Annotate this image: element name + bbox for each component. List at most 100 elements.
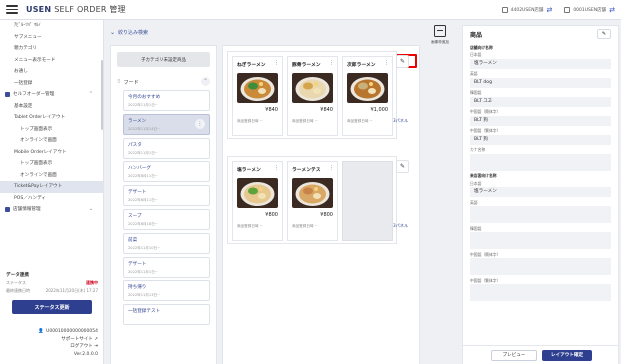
sidebar-item[interactable]: お通し: [0, 66, 103, 78]
more-options-icon[interactable]: ⋮: [384, 60, 389, 66]
sidebar-item-label: オンラインで画面: [20, 138, 57, 143]
chevron-down-icon: ⌄: [88, 206, 93, 212]
category-item[interactable]: デザート 2022年8月11日~: [123, 185, 210, 207]
store-switcher[interactable]: 4402USEN店舗 ⇄: [501, 6, 552, 14]
sidebar-scrollbar[interactable]: [101, 60, 103, 130]
more-options-icon[interactable]: ⋮: [274, 60, 279, 66]
category-list: 今月のおすすめ 2022年11月1日~ ラーメン 2022年11月14日~ ⋮ パスタ 20…: [123, 90, 210, 326]
product-panel: 非表示商品 ねぎラーメン⋮¥840商品登録日時 ~豚骨ラーメン⋮¥840商品登録…: [222, 45, 420, 364]
chevron-up-icon[interactable]: ⌃: [201, 77, 210, 86]
product-card[interactable]: ラーメンテス ⋮ ¥800 商品登録日時 ~: [287, 161, 338, 241]
drag-handle-icon[interactable]: ⠿: [117, 79, 121, 85]
category-item[interactable]: デザート 2022年11月1日~: [123, 256, 210, 278]
edit-icon[interactable]: ✎: [597, 29, 611, 39]
user-icon: 👤: [38, 329, 45, 334]
filter-toggle[interactable]: ⌄ 絞り込み検索: [110, 25, 410, 39]
preview-button[interactable]: プレビュー: [491, 349, 537, 361]
uncategorized-button[interactable]: 子カテゴリ未設定商品: [117, 52, 210, 67]
confirm-layout-button[interactable]: レイアウト確定: [542, 349, 592, 361]
field-value: [470, 206, 611, 223]
sidebar-nav: ｱﾋﾟﾙｰﾂﾊﾟ ﾏﾙﾉ サブメニュー親カテゴリメニュー表示モードお通し 一括登録セ…: [0, 20, 103, 216]
category-name: スープ: [128, 213, 142, 219]
support-link[interactable]: サポートサイト ↗: [6, 336, 98, 344]
category-date: 2022年11月1日~: [128, 150, 158, 155]
store-name: 4402USEN店舗: [510, 8, 544, 13]
account-icon: [564, 7, 571, 13]
sidebar-item[interactable]: オンラインで画面: [0, 135, 103, 147]
sidebar-item-label: 基本設定: [14, 103, 33, 109]
field-label: 中国語（繁体字）: [470, 277, 501, 283]
status-label: ステータス: [6, 280, 26, 285]
category-item[interactable]: 前菜 2022年11月10日~: [123, 232, 210, 254]
sidebar-item[interactable]: トップ画面表示: [0, 124, 103, 136]
sidebar-item-label: POS／ハンディ: [14, 195, 46, 201]
category-item[interactable]: ハンバーグ 2022年8月11日~: [123, 161, 210, 183]
category-date: 2022年8月11日~: [128, 174, 158, 179]
product-name: 豚骨ラーメン: [292, 63, 321, 68]
add-image-frame-label: 画像枠追加: [431, 40, 449, 44]
category-item[interactable]: パスタ 2022年11月1日~: [123, 137, 210, 159]
sidebar-item[interactable]: Ticket&Payレイアウト: [0, 181, 103, 193]
product-meta: 商品登録日時 ~: [347, 119, 373, 123]
sidebar-item[interactable]: 一括登録: [0, 78, 103, 90]
product-meta: 商品登録日時 ~: [237, 119, 263, 123]
sidebar-item[interactable]: Tablet Orderレイアウト: [0, 112, 103, 124]
product-name: ラーメンテス: [292, 168, 321, 173]
status-update-button[interactable]: ステータス更新: [12, 300, 92, 314]
add-image-frame-button[interactable]: 画像枠追加: [423, 25, 457, 57]
sidebar-item[interactable]: 基本設定: [0, 101, 103, 113]
sidebar-item[interactable]: セルフオーダー管理 ⌃: [0, 89, 103, 101]
account-switcher[interactable]: 0001USEN店舗 ⇄: [564, 6, 615, 14]
sidebar-item[interactable]: トップ画面表示: [0, 158, 103, 170]
more-options-icon[interactable]: ⋮: [329, 165, 334, 171]
sidebar-item[interactable]: メニュー表示モード: [0, 55, 103, 67]
more-options-icon[interactable]: ⋮: [274, 165, 279, 171]
sidebar-item-label: サブメニュー: [14, 34, 42, 40]
chevron-down-icon: ⌄: [110, 28, 116, 36]
sidebar-item-label: メニュー表示モード: [14, 57, 56, 63]
updated-value: 2022年11月20日(木) 17:27: [45, 288, 98, 293]
sidebar-item[interactable]: 親カテゴリ: [0, 43, 103, 55]
sidebar-item-label: Tablet Orderレイアウト: [14, 115, 66, 120]
product-card[interactable]: 豚骨ラーメン ⋮ ¥840 商品登録日時 ~: [287, 56, 338, 136]
product-price: ¥840: [265, 107, 278, 113]
more-options-icon[interactable]: ⋮: [195, 118, 205, 129]
product-card[interactable]: 次郎ラーメン ⋮ ¥1,000 商品登録日時 ~: [342, 56, 393, 136]
product-meta: 商品登録日時 ~: [237, 224, 263, 228]
product-card[interactable]: 塩ラーメン ⋮ ¥800 商品登録日時 ~: [232, 161, 283, 241]
category-name: 今月のおすすめ: [128, 95, 161, 100]
sidebar-item[interactable]: ｱﾋﾟﾙｰﾂﾊﾟ ﾏﾙﾉ: [0, 20, 103, 32]
sidebar-item[interactable]: サブメニュー: [0, 32, 103, 44]
category-item[interactable]: 持ち帰り 2022年11月13日~: [123, 280, 210, 302]
sidebar-item[interactable]: Mobile Orderレイアウト: [0, 147, 103, 159]
edit-icon[interactable]: ✎: [396, 55, 409, 68]
category-date: 2022年8月18日~: [128, 221, 158, 226]
menu-icon[interactable]: [6, 4, 18, 16]
status-value: 連携中: [86, 280, 98, 285]
product-price: ¥840: [320, 107, 333, 113]
category-item[interactable]: 今月のおすすめ 2022年11月1日~: [123, 90, 210, 111]
field-label: 店舗向け名称: [470, 44, 493, 50]
category-item[interactable]: ラーメン 2022年11月14日~ ⋮: [123, 113, 210, 135]
product-card[interactable]: ねぎラーメン ⋮ ¥840 商品登録日時 ~: [232, 56, 283, 136]
category-item[interactable]: 一括登録テスト: [123, 304, 210, 326]
sidebar-item[interactable]: 店舗情報管理 ⌄: [0, 204, 103, 216]
category-panel: 子カテゴリ未設定商品 ⠿ フード ⌃ 今月のおすすめ 2022年11月1日~ ラーメ…: [110, 45, 217, 364]
food-header[interactable]: ⠿ フード ⌃: [117, 77, 210, 87]
category-name: 前菜: [128, 237, 138, 243]
logout-link[interactable]: ログアウト ⇥: [6, 343, 98, 351]
top-bar: USEN SELF ORDER 管理 4402USEN店舗 ⇄ 0001USEN…: [0, 0, 621, 20]
empty-slot[interactable]: [342, 161, 393, 241]
sidebar-item-label: トップ画面表示: [20, 161, 53, 166]
swap-account-icon[interactable]: ⇄: [609, 6, 615, 14]
category-item[interactable]: スープ 2022年8月18日~: [123, 208, 210, 230]
more-options-icon[interactable]: ⋮: [329, 60, 334, 66]
edit-icon[interactable]: ✎: [396, 160, 409, 173]
swap-store-icon[interactable]: ⇄: [546, 6, 552, 14]
category-date: 2022年11月13日~: [128, 293, 161, 298]
sidebar-item[interactable]: POS／ハンディ: [0, 193, 103, 205]
image-icon: [434, 25, 446, 37]
sidebar-item[interactable]: オンラインで画面: [0, 170, 103, 182]
self-order-icon: [5, 92, 10, 98]
field-value: [470, 258, 611, 275]
